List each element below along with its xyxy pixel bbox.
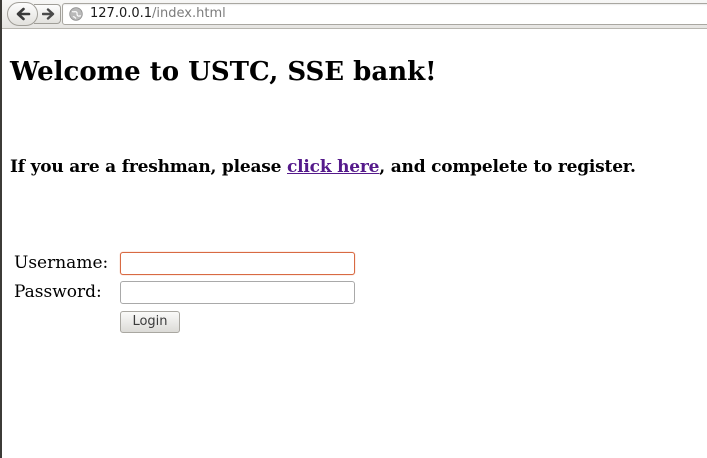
register-suffix: , and compelete to register. — [379, 157, 636, 177]
globe-icon[interactable] — [69, 7, 83, 21]
arrow-left-icon — [16, 7, 30, 21]
browser-window: 127.0.0.1/index.html Welcome to USTC, SS… — [0, 0, 707, 458]
arrow-right-icon — [42, 8, 55, 20]
register-link[interactable]: click here — [287, 157, 379, 177]
username-label: Username: — [14, 253, 109, 273]
login-button[interactable]: Login — [120, 311, 180, 333]
register-prompt: If you are a freshman, please click here… — [10, 156, 636, 178]
register-prefix: If you are a freshman, please — [10, 157, 288, 177]
page-title: Welcome to USTC, SSE bank! — [10, 57, 437, 87]
forward-button[interactable] — [34, 4, 61, 24]
page-content: Welcome to USTC, SSE bank! If you are a … — [2, 30, 707, 458]
password-label: Password: — [14, 282, 102, 302]
url-path: /index.html — [152, 6, 226, 21]
username-input[interactable] — [120, 252, 355, 275]
url-host: 127.0.0.1 — [90, 6, 153, 21]
back-button[interactable] — [7, 2, 38, 26]
address-bar[interactable]: 127.0.0.1/index.html — [62, 3, 707, 25]
browser-toolbar: 127.0.0.1/index.html — [2, 0, 707, 29]
url-text[interactable]: 127.0.0.1/index.html — [90, 6, 226, 22]
password-input[interactable] — [120, 281, 355, 304]
navigation-buttons — [7, 2, 63, 26]
